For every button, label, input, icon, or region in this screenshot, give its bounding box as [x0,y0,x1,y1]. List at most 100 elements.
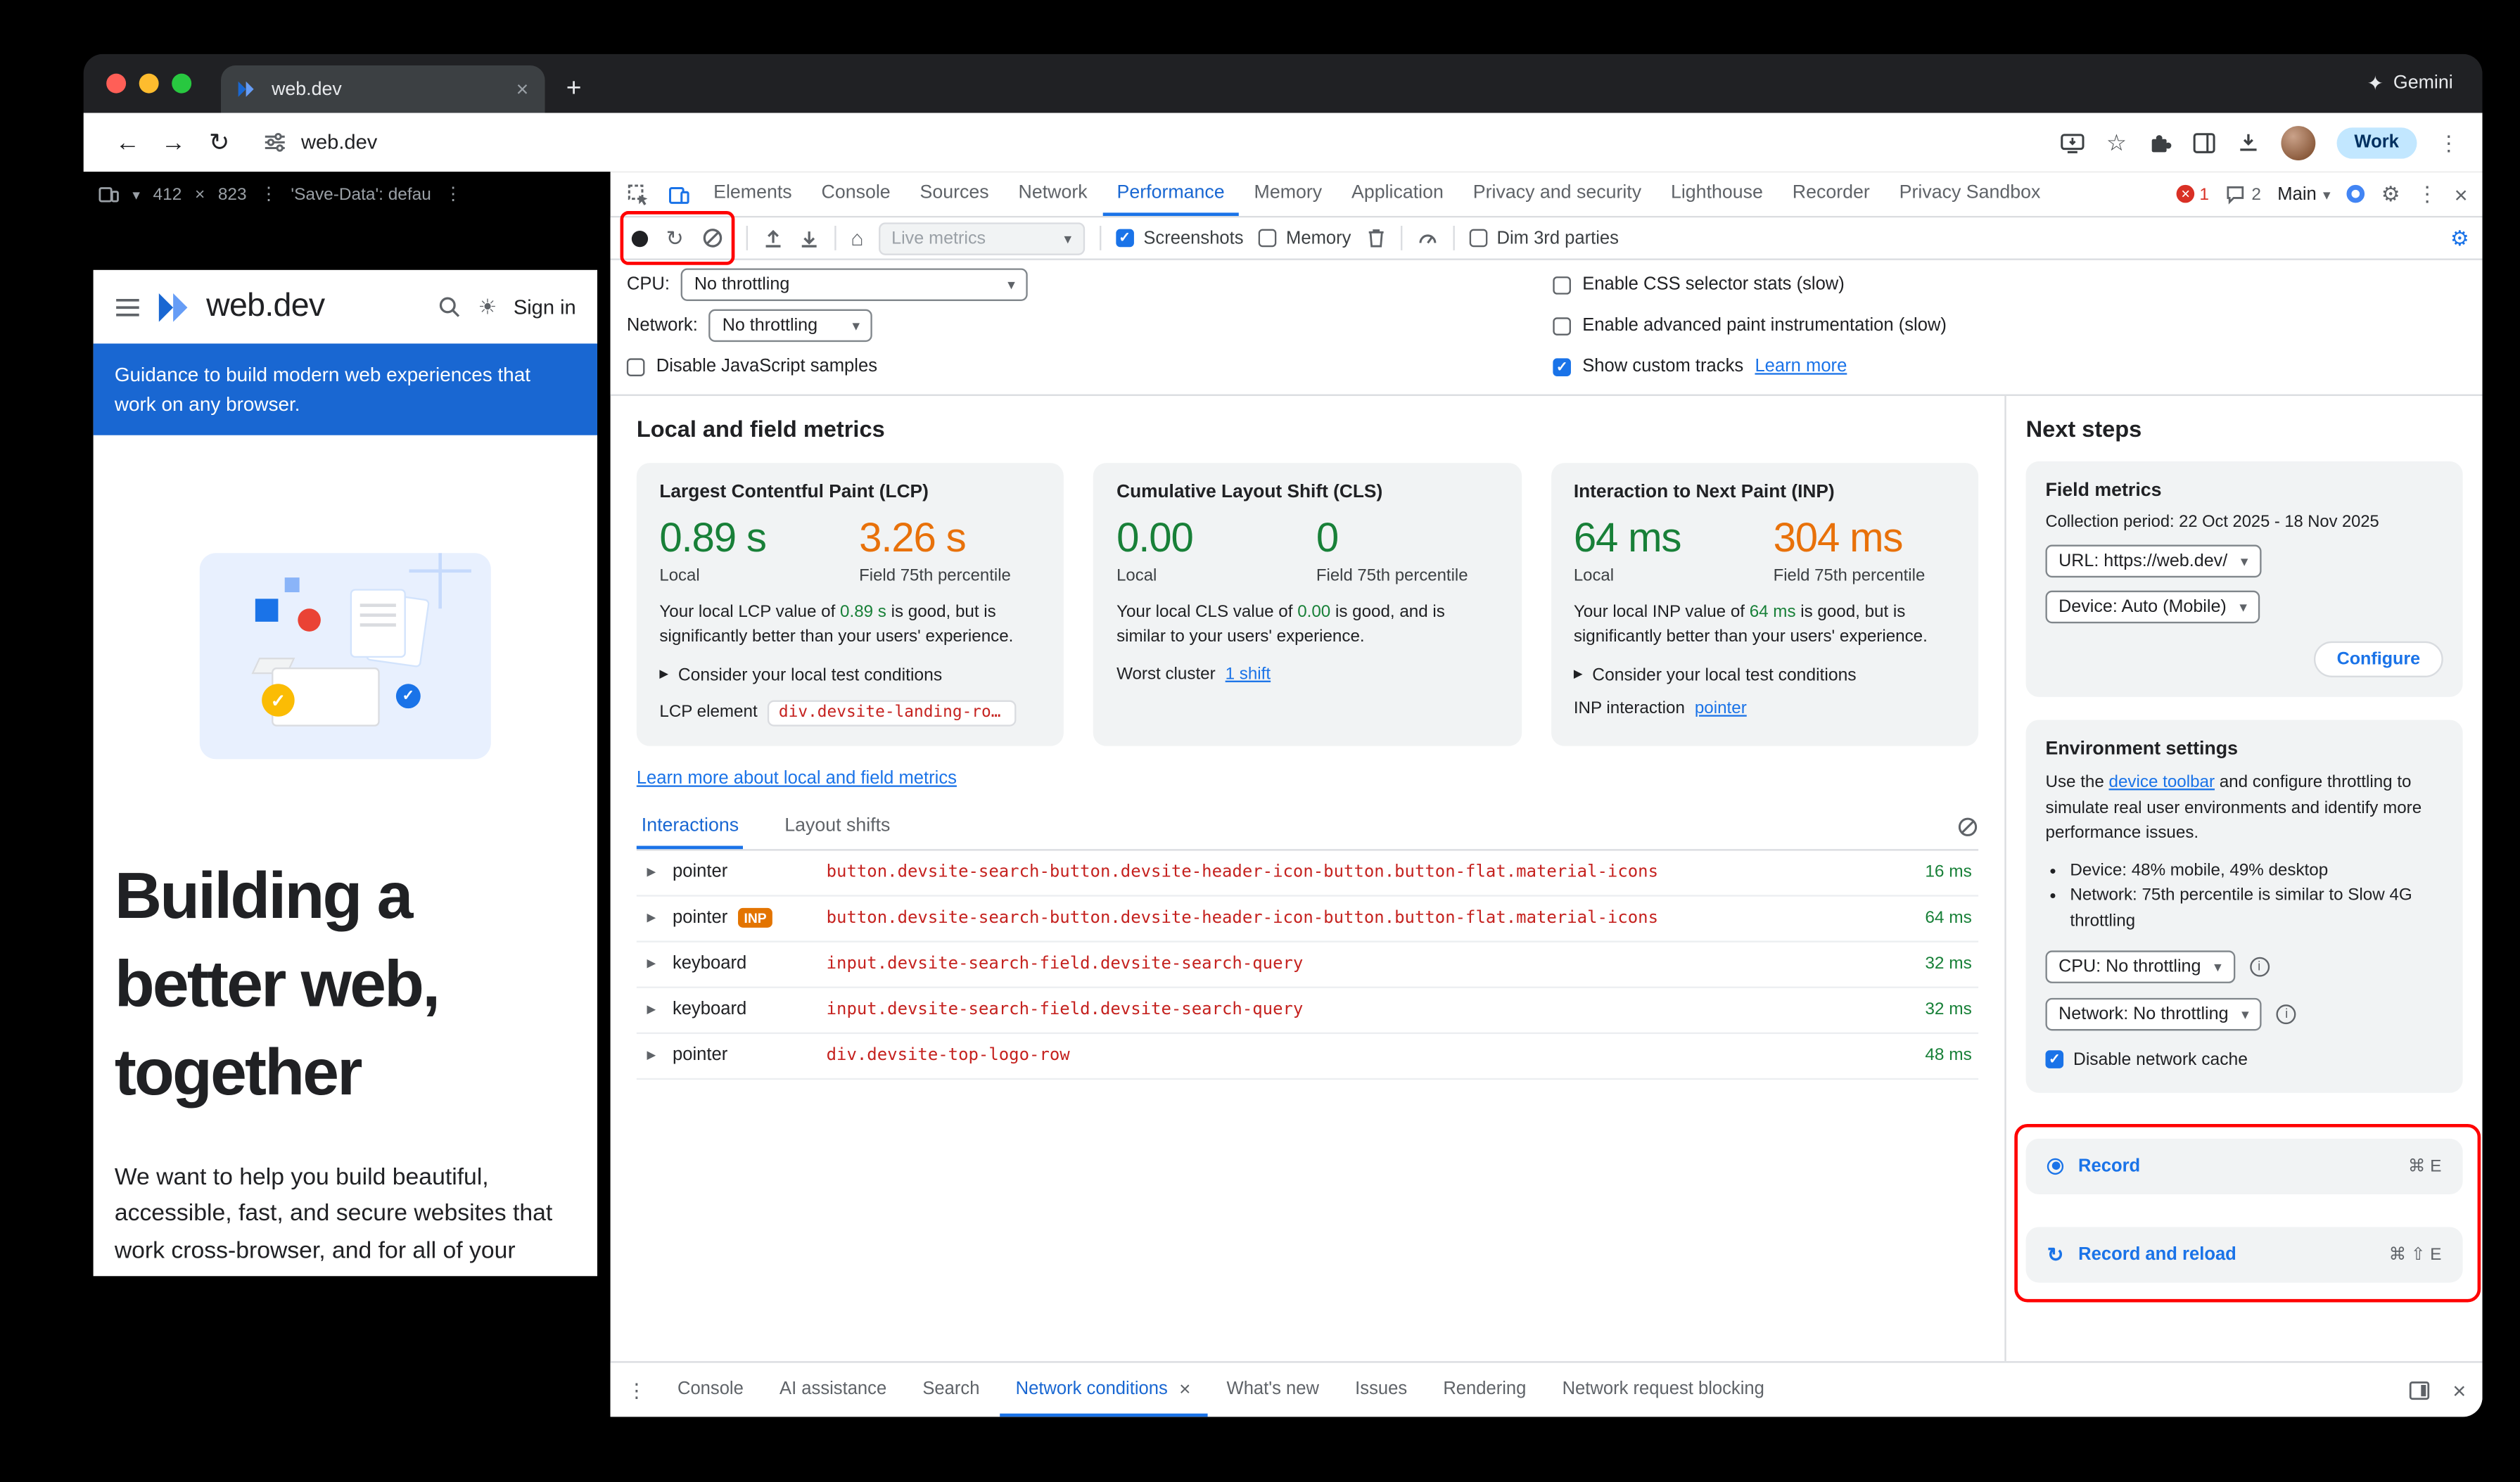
tab-close-icon[interactable] [516,79,529,100]
drawer-tab-network-conditions[interactable]: Network conditions [999,1363,1207,1417]
side-panel-icon[interactable] [2192,132,2215,153]
paint-instrumentation-checkbox[interactable] [1553,317,1571,335]
dim-3rd-parties-checkbox[interactable] [1469,229,1487,248]
dimensions-caret-icon[interactable] [132,185,140,205]
save-profile-icon[interactable] [798,227,820,248]
disable-cache-checkbox[interactable] [2046,1051,2064,1069]
dock-side-icon[interactable] [2408,1380,2429,1400]
drawer-tab-rendering[interactable]: Rendering [1427,1363,1543,1417]
record-button[interactable]: Record ⌘ E [2026,1138,2463,1194]
worst-cluster-link[interactable]: 1 shift [1226,665,1271,684]
reload-button[interactable] [198,121,240,163]
configure-button[interactable]: Configure [2314,641,2443,677]
screenshots-checkbox[interactable] [1116,229,1134,248]
disable-js-checkbox[interactable] [627,357,645,376]
inspect-element-icon[interactable] [617,172,658,216]
tab-performance[interactable]: Performance [1102,172,1240,216]
row-expander-icon[interactable] [643,1050,659,1061]
disable-cache-row[interactable]: Disable network cache [2046,1049,2248,1069]
custom-tracks-row[interactable]: Show custom tracks Learn more [1553,350,1947,383]
env-cpu-select[interactable]: CPU: No throttling [2046,950,2235,983]
custom-tracks-checkbox[interactable] [1553,357,1571,376]
gauge-icon[interactable] [1417,227,1438,248]
issues-badge[interactable]: 2 [2225,184,2261,204]
downloads-icon[interactable] [2236,131,2260,154]
tab-network[interactable]: Network [1004,172,1102,216]
tab-console[interactable]: Console [807,172,905,216]
record-and-reload-button[interactable]: Record and reload ⌘ ⇧ E [2026,1227,2463,1282]
drawer-tab-issues[interactable]: Issues [1339,1363,1423,1417]
drawer-menu-icon[interactable] [627,1380,647,1400]
lcp-element-chip[interactable]: div.devsite-landing-row-ite… [768,700,1017,726]
tab-memory[interactable]: Memory [1240,172,1337,216]
forward-button[interactable] [152,121,194,163]
install-app-icon[interactable] [2061,132,2085,153]
device-select[interactable]: Device: Auto (Mobile) [2046,591,2260,624]
back-button[interactable] [106,121,148,163]
tab-sources[interactable]: Sources [905,172,1004,216]
responsive-dimensions-icon[interactable] [98,185,120,205]
extensions-icon[interactable] [2148,131,2171,154]
profile-chip[interactable]: Work [2336,127,2417,158]
css-stats-checkbox[interactable] [1553,276,1571,294]
row-expander-icon[interactable] [643,958,659,969]
drawer-tab-close-icon[interactable] [1179,1379,1190,1398]
cpu-throttle-select[interactable]: No throttling [681,268,1028,301]
device-options-icon[interactable] [260,186,278,204]
site-settings-icon[interactable] [263,132,286,152]
interaction-row[interactable]: pointer div.devsite-top-logo-row 48 ms [637,1033,1978,1079]
disable-js-row[interactable]: Disable JavaScript samples [627,350,1553,383]
dim-3rd-parties-checkbox-row[interactable]: Dim 3rd parties [1469,228,1619,248]
paint-instrumentation-row[interactable]: Enable advanced paint instrumentation (s… [1553,309,1947,343]
window-close-button[interactable] [106,74,126,94]
devtools-settings-icon[interactable] [2381,184,2400,205]
drawer-tab-console[interactable]: Console [661,1363,760,1417]
home-icon[interactable] [851,227,863,248]
device-height-field[interactable]: 823 [218,185,247,205]
info-icon[interactable] [2277,1004,2296,1023]
row-expander-icon[interactable] [643,912,659,924]
tab-recorder[interactable]: Recorder [1778,172,1885,216]
site-logo[interactable]: web.dev [157,288,324,325]
interaction-row[interactable]: pointer button.devsite-search-button.dev… [637,850,1978,896]
devtools-menu-icon[interactable] [2417,184,2438,205]
record-and-reload-icon[interactable] [666,227,684,248]
gemini-button[interactable]: Gemini [2367,54,2453,113]
drawer-tab-search[interactable]: Search [906,1363,996,1417]
device-width-field[interactable]: 412 [153,185,182,205]
browser-tab[interactable]: web.dev [221,65,545,113]
clear-icon[interactable] [702,227,723,248]
memory-checkbox-row[interactable]: Memory [1259,228,1351,248]
learn-metrics-link[interactable]: Learn more about local and field metrics [637,769,957,788]
profile-avatar[interactable] [2281,125,2315,160]
search-icon[interactable] [437,295,462,319]
hamburger-menu-icon[interactable] [115,297,141,317]
memory-checkbox[interactable] [1259,229,1277,248]
collect-garbage-icon[interactable] [1366,227,1385,248]
tab-privacy-security[interactable]: Privacy and security [1458,172,1656,216]
device-toolbar-icon[interactable] [658,172,699,216]
lcp-test-conditions-expander[interactable]: Consider your local test conditions [659,665,1041,685]
interactions-clear-icon[interactable] [1957,817,1978,838]
address-bar[interactable]: web.dev [263,131,2057,154]
device-toolbar-link[interactable]: device toolbar [2109,774,2215,792]
interaction-row[interactable]: keyboard input.devsite-search-field.devs… [637,988,1978,1033]
record-icon[interactable] [632,230,648,246]
drawer-tab-whats-new[interactable]: What's new [1210,1363,1335,1417]
tab-lighthouse[interactable]: Lighthouse [1656,172,1778,216]
live-status-icon[interactable] [2347,185,2365,203]
sign-in-button[interactable]: Sign in [514,295,576,319]
browser-menu-icon[interactable] [2438,132,2459,153]
screenshots-checkbox-row[interactable]: Screenshots [1116,228,1244,248]
context-selector[interactable]: Main [2277,184,2330,204]
tab-elements[interactable]: Elements [699,172,806,216]
drawer-tab-network-request-blocking[interactable]: Network request blocking [1546,1363,1781,1417]
save-data-hint[interactable]: 'Save-Data': defau [291,185,431,205]
inp-test-conditions-expander[interactable]: Consider your local test conditions [1574,665,1956,685]
learn-more-link[interactable]: Learn more [1755,357,1847,376]
network-throttle-select[interactable]: No throttling [709,309,873,343]
error-badge[interactable]: 1 [2177,184,2209,204]
capture-settings-gear-icon[interactable] [2450,227,2469,248]
interaction-row[interactable]: keyboard input.devsite-search-field.devs… [637,942,1978,988]
live-metrics-select[interactable]: Live metrics [879,222,1085,255]
